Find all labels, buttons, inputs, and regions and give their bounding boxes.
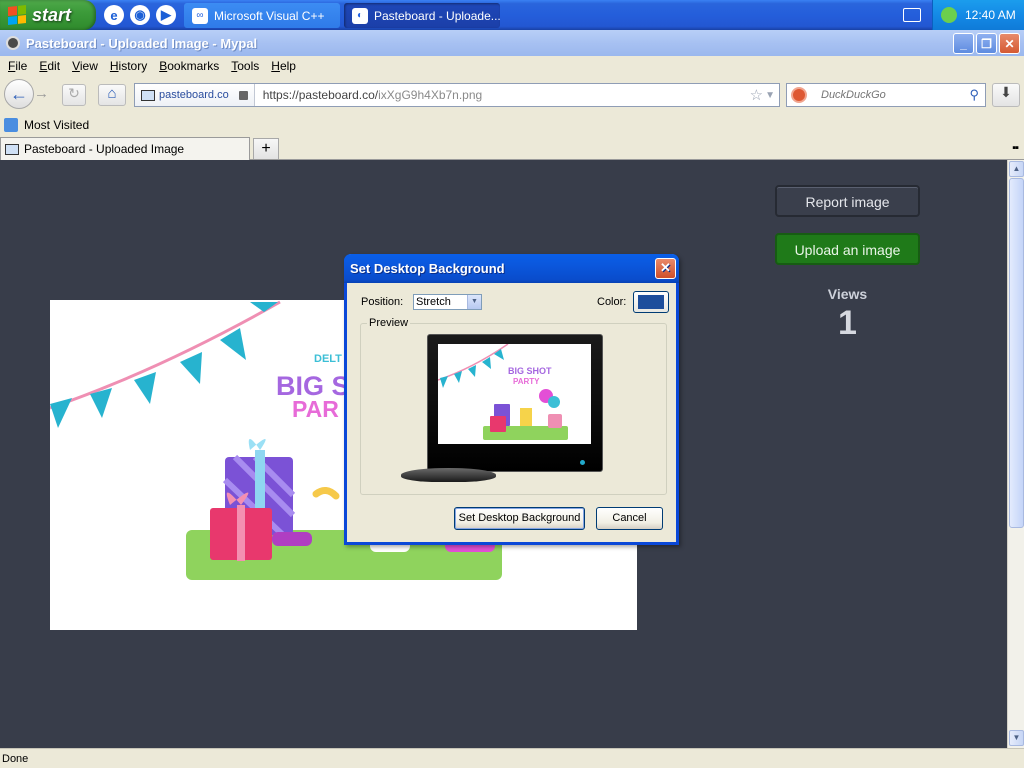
menu-help[interactable]: Help [265, 59, 302, 73]
clock[interactable]: 12:40 AM [965, 8, 1016, 22]
start-label: start [32, 4, 72, 25]
forward-arrow-icon[interactable]: → [34, 85, 56, 105]
status-text: Done [2, 753, 29, 765]
scroll-thumb[interactable] [1009, 178, 1024, 528]
position-select[interactable]: Stretch ▼ [413, 294, 482, 310]
monitor-icon: BIG SHOT PARTY [427, 334, 603, 472]
set-desktop-background-button[interactable]: Set Desktop Background [454, 507, 585, 530]
chevron-down-icon[interactable]: ▼ [467, 295, 481, 309]
back-arrow-icon[interactable]: ← [4, 79, 34, 109]
views-label: Views [827, 286, 868, 302]
report-image-button[interactable]: Report image [775, 185, 920, 217]
duckduckgo-icon[interactable] [791, 87, 807, 103]
media-player-icon[interactable]: ▶ [156, 5, 176, 25]
chevron-down-icon[interactable]: ▼ [765, 90, 779, 101]
url-bar[interactable]: pasteboard.co https://pasteboard.co/ixXg… [134, 83, 780, 107]
bookmark-most-visited[interactable]: Most Visited [24, 118, 89, 132]
views-count: 1 [838, 304, 857, 342]
windows-flag-icon [8, 5, 26, 25]
monitor-stand [401, 468, 496, 482]
bookmarks-toolbar: Most Visited [0, 114, 1024, 136]
search-icon[interactable]: ⚲ [969, 87, 979, 103]
minimize-button[interactable]: _ [953, 33, 974, 54]
url-path: ixXgG9h4Xb7n.png [378, 88, 483, 102]
vertical-scrollbar[interactable]: ▲ ▼ [1007, 160, 1024, 748]
quick-launch: e ◉ ▶ [104, 5, 176, 25]
color-picker-button[interactable] [633, 291, 669, 313]
menu-tools[interactable]: Tools [225, 59, 265, 73]
bookmark-star-icon[interactable]: ☆ [750, 86, 765, 104]
task-label: Microsoft Visual C++ [214, 8, 325, 23]
color-label: Color: [597, 296, 627, 308]
preview-group: Preview BIG SHOT PARTY [360, 317, 667, 495]
tab-site-icon [5, 143, 19, 155]
window-titlebar[interactable]: Pasteboard - Uploaded Image - Mypal _ ❐ … [0, 30, 1024, 56]
preview-text-line2: PARTY [513, 377, 540, 386]
dialog-title: Set Desktop Background [350, 261, 505, 276]
tab-strip: Pasteboard - Uploaded Image + ▪▪ [0, 136, 1024, 160]
scroll-down-icon[interactable]: ▼ [1009, 730, 1024, 746]
download-icon[interactable]: ⬇ [992, 83, 1020, 107]
dialog-close-icon[interactable]: ✕ [655, 258, 676, 279]
tab-pasteboard[interactable]: Pasteboard - Uploaded Image [0, 137, 250, 160]
monitor-led [580, 460, 585, 465]
search-box[interactable]: ⚲ [786, 83, 986, 107]
start-button[interactable]: start [0, 0, 96, 30]
menu-bookmarks[interactable]: Bookmarks [153, 59, 225, 73]
browser-icon[interactable]: ◉ [130, 5, 150, 25]
restore-button[interactable]: ❐ [976, 33, 997, 54]
system-tray: 12:40 AM [932, 0, 1024, 30]
upload-image-button[interactable]: Upload an image [775, 233, 920, 265]
tab-list-icon[interactable]: ▪▪ [1012, 142, 1019, 154]
task-visual-cpp[interactable]: ∞ Microsoft Visual C++ [184, 3, 340, 28]
task-label: Pasteboard - Uploade... [374, 8, 500, 23]
mypal-icon [6, 36, 20, 50]
navigation-toolbar: ← → ↻ ⌂ pasteboard.co https://pasteboard… [0, 76, 1024, 112]
color-swatch [638, 295, 664, 309]
position-value: Stretch [416, 296, 451, 308]
visual-cpp-icon: ∞ [192, 7, 208, 24]
set-desktop-background-dialog: Set Desktop Background ✕ Position: Stret… [344, 254, 679, 545]
preview-text-line1: BIG SHOT [508, 366, 552, 376]
keyboard-icon[interactable] [903, 8, 921, 22]
url-input[interactable]: https://pasteboard.co/ixXgG9h4Xb7n.png [255, 88, 750, 102]
site-identity-label: pasteboard.co [159, 89, 229, 101]
internet-explorer-icon[interactable]: e [104, 5, 124, 25]
new-tab-button[interactable]: + [253, 138, 279, 159]
taskbar: start e ◉ ▶ ∞ Microsoft Visual C++ ◐ Pas… [0, 0, 1024, 30]
dialog-titlebar[interactable]: Set Desktop Background ✕ [344, 254, 679, 283]
tab-label: Pasteboard - Uploaded Image [24, 142, 185, 156]
menu-bar: File Edit View History Bookmarks Tools H… [0, 56, 1024, 76]
menu-file[interactable]: File [2, 59, 33, 73]
image-text-line3: PAR [292, 396, 339, 422]
preview-label: Preview [367, 317, 411, 329]
most-visited-icon [4, 118, 18, 132]
menu-view[interactable]: View [66, 59, 104, 73]
window-title: Pasteboard - Uploaded Image - Mypal [26, 35, 258, 51]
preview-thumbnail: BIG SHOT PARTY [438, 344, 568, 440]
site-identity-button[interactable]: pasteboard.co [135, 84, 255, 106]
menu-history[interactable]: History [104, 59, 153, 73]
preview-screen: BIG SHOT PARTY [438, 344, 591, 444]
site-icon [141, 89, 155, 101]
search-input[interactable] [821, 89, 961, 101]
reload-icon[interactable]: ↻ [62, 84, 86, 106]
scroll-up-icon[interactable]: ▲ [1009, 161, 1024, 177]
status-bar: Done [0, 748, 1024, 768]
mypal-icon: ◐ [352, 7, 368, 24]
home-icon[interactable]: ⌂ [98, 84, 126, 106]
network-icon[interactable] [941, 7, 957, 23]
image-text-line1: DELT [314, 353, 342, 365]
task-pasteboard[interactable]: ◐ Pasteboard - Uploade... [344, 3, 500, 28]
lock-icon [238, 90, 248, 100]
url-host: https://pasteboard.co/ [262, 88, 379, 102]
menu-edit[interactable]: Edit [33, 59, 66, 73]
cancel-button[interactable]: Cancel [596, 507, 663, 530]
close-button[interactable]: ✕ [999, 33, 1020, 54]
position-label: Position: [361, 296, 404, 308]
